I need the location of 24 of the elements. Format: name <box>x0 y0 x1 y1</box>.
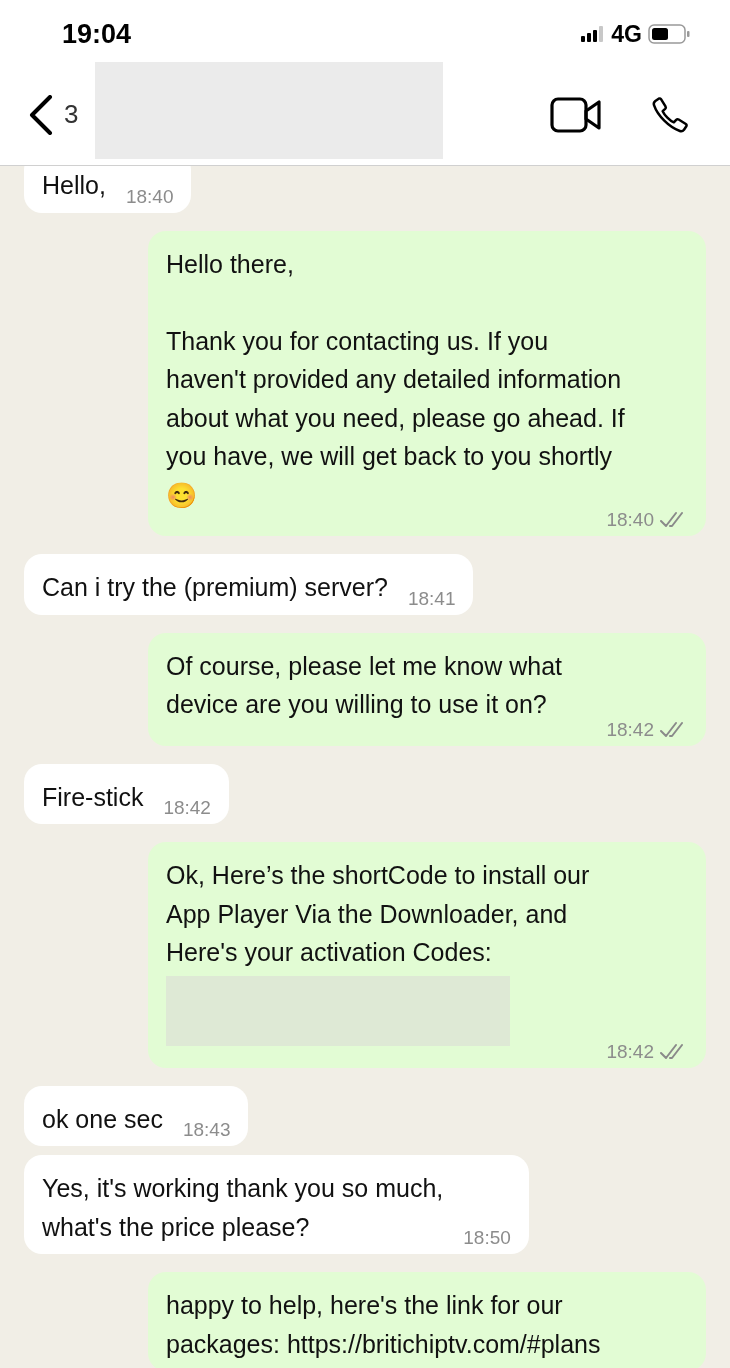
message-time: 18:41 <box>407 586 456 611</box>
message-text: Ok, Here’s the shortCode to install our App Player Via the Downloader, and Here's your activation Codes: <box>166 860 590 968</box>
message-text: Hello, <box>42 170 106 201</box>
message-time: 18:42 <box>606 1039 654 1064</box>
video-call-icon[interactable] <box>550 96 602 133</box>
message-text: Yes, it's working thank you so much, what's the price please? <box>42 1173 444 1243</box>
message-time: 18:50 <box>463 1226 511 1250</box>
message-text: Fire-stick <box>42 781 144 813</box>
message-time: 18:40 <box>125 184 174 209</box>
phone-icon[interactable] <box>650 94 690 135</box>
signal-icon <box>581 26 606 42</box>
message-text: ok one sec <box>42 1103 163 1135</box>
message-text: happy to help, here's the link for our packages: https://britichiptv.com/#plans <box>166 1290 601 1360</box>
message-text: Of course, please let me know what device are you willing to use it on? <box>166 650 563 720</box>
message-time: 18:42 <box>606 717 654 742</box>
message-text: Can i try the (premium) server? <box>42 572 388 603</box>
status-time: 19:04 <box>62 18 132 50</box>
battery-icon <box>648 24 690 44</box>
back-button[interactable]: 3 <box>28 94 79 135</box>
message-time: 18:40 <box>606 508 654 532</box>
message-time: 18:42 <box>163 796 211 820</box>
network-label: 4G <box>611 20 642 48</box>
message-text: Hello there, Thank you for contacting us. If you haven't provided any detailed information about what you need, please go ahead. If you have, we will get back to you shortly 😊 <box>166 248 625 511</box>
message-time: 18:43 <box>182 1118 231 1142</box>
